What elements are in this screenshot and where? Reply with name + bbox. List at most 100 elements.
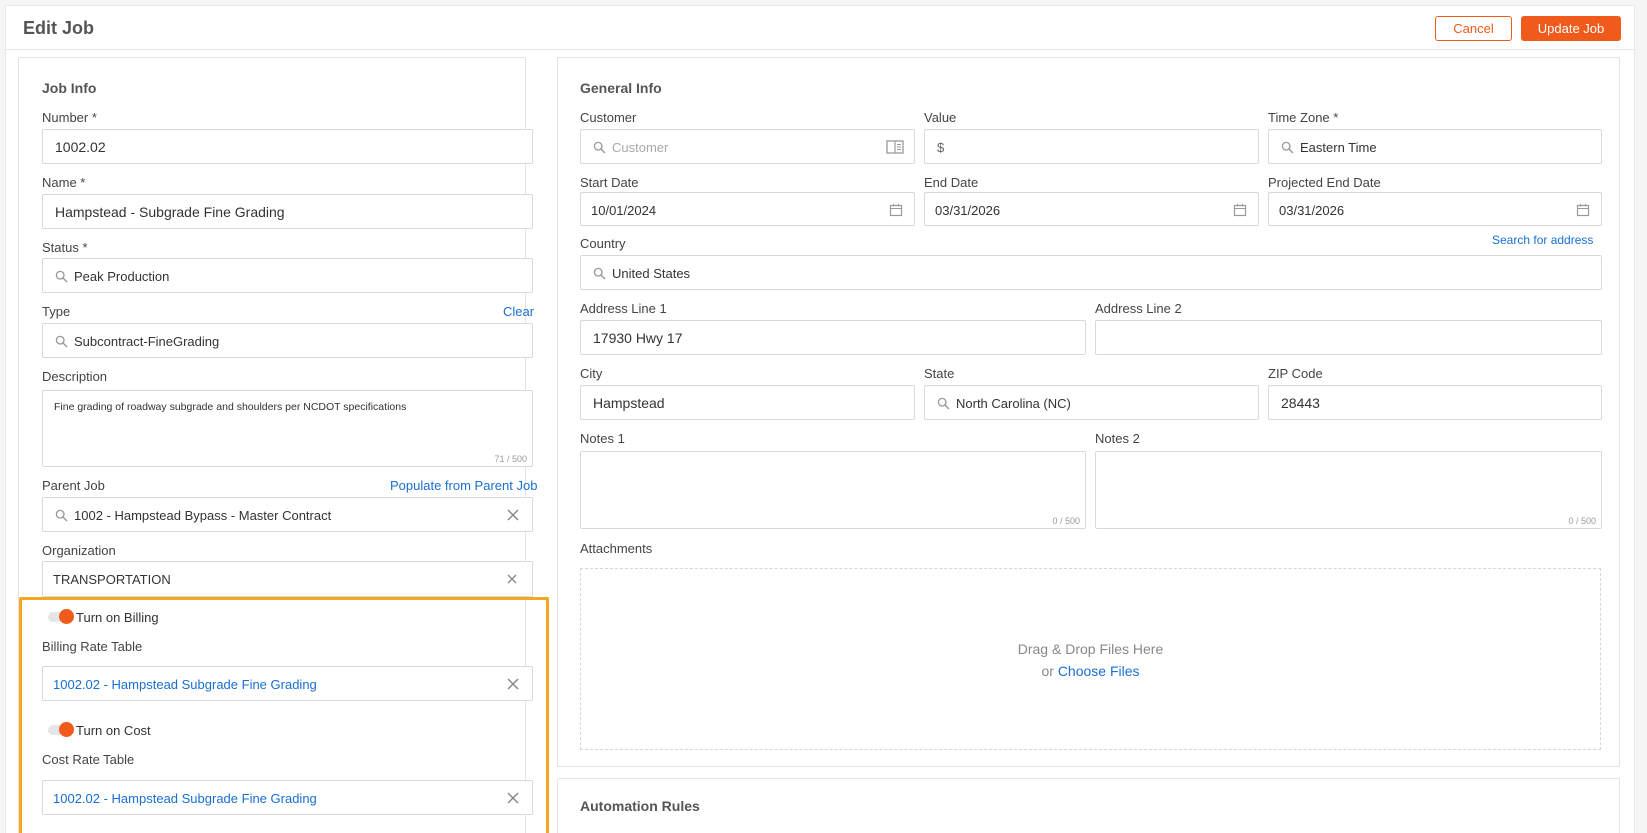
cancel-button[interactable]: Cancel (1435, 16, 1512, 41)
timezone-select[interactable]: Eastern Time (1268, 129, 1602, 164)
start-date-label: Start Date (580, 175, 639, 190)
description-counter: 71 / 500 (494, 454, 527, 464)
cost-rate-table-value[interactable]: 1002.02 - Hampstead Subgrade Fine Gradin… (53, 791, 317, 806)
value-field[interactable]: $ (924, 129, 1259, 164)
cost-toggle[interactable] (48, 722, 74, 737)
end-date-label: End Date (924, 175, 979, 190)
type-select[interactable]: Subcontract-FineGrading (42, 323, 533, 358)
search-icon (55, 270, 68, 283)
country-select[interactable]: United States (580, 255, 1602, 290)
status-select[interactable]: Peak Production (42, 258, 533, 293)
address-line-1-value: 17930 Hwy 17 (593, 330, 683, 346)
calendar-icon[interactable] (1576, 203, 1590, 217)
number-label: Number * (42, 110, 97, 125)
update-job-button[interactable]: Update Job (1521, 16, 1621, 41)
customer-placeholder: Customer (612, 140, 669, 155)
toggle-knob (59, 609, 74, 624)
calendar-icon[interactable] (1233, 203, 1247, 217)
address-line-1-label: Address Line 1 (580, 301, 667, 316)
name-value: Hampstead - Subgrade Fine Grading (55, 204, 285, 220)
name-label: Name * (42, 175, 86, 190)
organization-label: Organization (42, 543, 116, 558)
calendar-icon[interactable] (889, 203, 903, 217)
choose-files-link[interactable]: Choose Files (1058, 663, 1140, 679)
search-icon (55, 509, 68, 522)
clear-icon[interactable] (505, 507, 521, 523)
customer-select[interactable]: Customer (580, 129, 915, 164)
number-value: 1002.02 (55, 139, 106, 155)
organization-select[interactable]: TRANSPORTATION (42, 561, 533, 597)
parent-job-select[interactable]: 1002 - Hampstead Bypass - Master Contrac… (42, 497, 533, 532)
billing-rate-table-label: Billing Rate Table (42, 639, 143, 654)
notes-2-counter: 0 / 500 (1568, 516, 1596, 526)
description-textarea[interactable]: Fine grading of roadway subgrade and sho… (42, 390, 533, 467)
value-label: Value (924, 110, 957, 125)
type-label: Type (42, 304, 71, 319)
start-date-field[interactable]: 10/01/2024 (580, 192, 915, 226)
zip-code-label: ZIP Code (1268, 366, 1323, 381)
customer-label: Customer (580, 110, 637, 125)
billing-toggle-label: Turn on Billing (76, 610, 159, 625)
notes-1-label: Notes 1 (580, 431, 625, 446)
state-value: North Carolina (NC) (956, 396, 1071, 411)
description-label: Description (42, 369, 108, 384)
projected-end-date-label: Projected End Date (1268, 175, 1381, 190)
currency-prefix: $ (937, 140, 945, 155)
automation-rules-panel (557, 778, 1620, 833)
city-value: Hampstead (593, 395, 665, 411)
type-value: Subcontract-FineGrading (74, 334, 220, 349)
start-date-value: 10/01/2024 (591, 203, 657, 218)
status-value: Peak Production (74, 269, 170, 284)
notes-2-textarea[interactable]: 0 / 500 (1095, 451, 1602, 529)
projected-end-date-field[interactable]: 03/31/2026 (1268, 192, 1602, 226)
billing-toggle[interactable] (48, 609, 74, 624)
cost-toggle-label: Turn on Cost (76, 723, 151, 738)
state-select[interactable]: North Carolina (NC) (924, 385, 1259, 420)
search-icon (937, 397, 950, 410)
job-info-title: Job Info (42, 80, 97, 96)
attachments-label: Attachments (580, 541, 653, 556)
address-line-2-field[interactable] (1095, 320, 1602, 355)
billing-rate-table-select[interactable]: 1002.02 - Hampstead Subgrade Fine Gradin… (42, 666, 533, 701)
notes-1-textarea[interactable]: 0 / 500 (580, 451, 1086, 529)
city-field[interactable]: Hampstead (580, 385, 915, 420)
cost-rate-table-label: Cost Rate Table (42, 752, 135, 767)
header-bar: Edit Job Cancel Update Job (6, 6, 1634, 50)
projected-end-date-value: 03/31/2026 (1279, 203, 1345, 218)
attachments-dropzone[interactable]: Drag & Drop Files Here or Choose Files (580, 568, 1601, 750)
general-info-title: General Info (580, 80, 662, 96)
clear-icon[interactable] (505, 790, 521, 806)
populate-from-parent-link[interactable]: Populate from Parent Job (390, 478, 537, 493)
clear-icon[interactable] (505, 572, 521, 588)
zip-code-field[interactable]: 28443 (1268, 385, 1602, 420)
search-icon (1281, 141, 1294, 154)
cost-rate-table-select[interactable]: 1002.02 - Hampstead Subgrade Fine Gradin… (42, 780, 533, 815)
address-line-2-label: Address Line 2 (1095, 301, 1182, 316)
timezone-label: Time Zone * (1268, 110, 1339, 125)
dropzone-text: Drag & Drop Files Here (1017, 641, 1164, 657)
page-title: Edit Job (23, 18, 94, 38)
name-field[interactable]: Hampstead - Subgrade Fine Grading (42, 194, 533, 229)
billing-rate-table-value[interactable]: 1002.02 - Hampstead Subgrade Fine Gradin… (53, 677, 317, 692)
status-label: Status * (42, 240, 88, 255)
notes-2-label: Notes 2 (1095, 431, 1140, 446)
search-icon (593, 141, 606, 154)
end-date-field[interactable]: 03/31/2026 (924, 192, 1259, 226)
country-value: United States (612, 266, 691, 281)
automation-rules-title: Automation Rules (580, 798, 700, 814)
search-address-link[interactable]: Search for address (1492, 233, 1593, 247)
search-icon (593, 267, 606, 280)
description-value: Fine grading of roadway subgrade and sho… (54, 401, 407, 413)
dropzone-or: or (1041, 663, 1054, 679)
notes-1-counter: 0 / 500 (1052, 516, 1080, 526)
address-line-1-field[interactable]: 17930 Hwy 17 (580, 320, 1086, 355)
search-icon (55, 335, 68, 348)
clear-icon[interactable] (505, 676, 521, 692)
parent-job-label: Parent Job (42, 478, 105, 493)
number-field[interactable]: 1002.02 (42, 129, 533, 164)
timezone-value: Eastern Time (1300, 140, 1377, 155)
type-clear-link[interactable]: Clear (503, 304, 534, 319)
state-label: State (924, 366, 955, 381)
country-label: Country (580, 236, 626, 251)
address-book-icon[interactable] (886, 140, 904, 154)
